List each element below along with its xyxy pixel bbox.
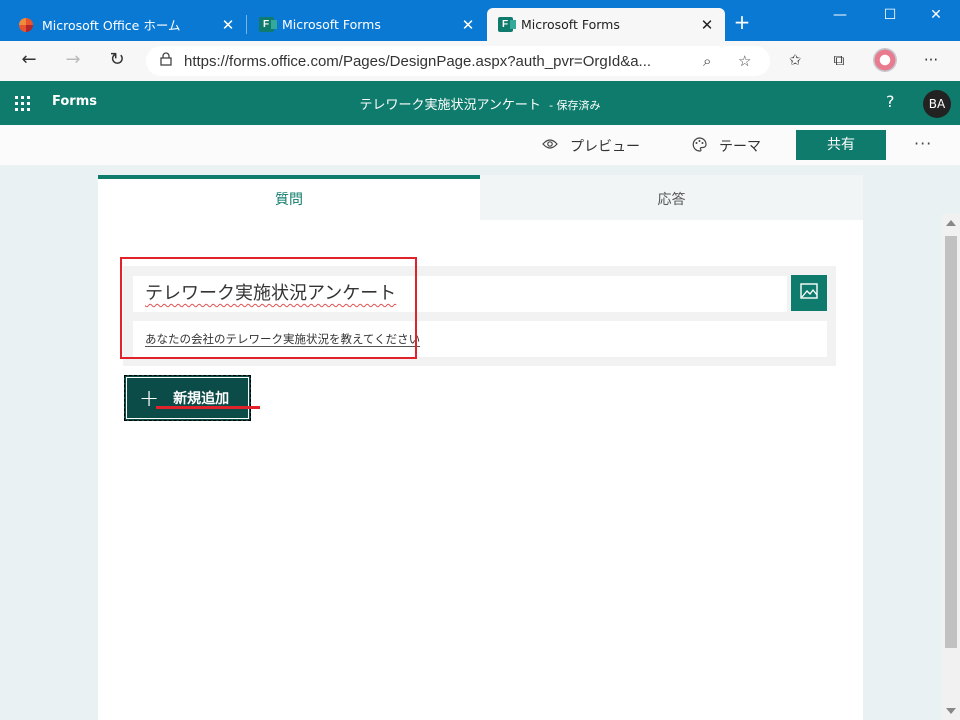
tab-responses[interactable]: 応答 (480, 175, 863, 220)
refresh-button[interactable]: ↻ (104, 49, 130, 73)
close-icon[interactable]: ✕ (220, 16, 236, 34)
help-icon[interactable]: ? (886, 92, 895, 111)
window-close-button[interactable]: ✕ (916, 5, 956, 27)
annotation-highlight-box (120, 257, 417, 359)
minimize-button[interactable]: — (820, 5, 860, 27)
address-bar[interactable]: https://forms.office.com/Pages/DesignPag… (146, 46, 770, 76)
browser-tab-strip: Microsoft Office ホーム ✕ F Microsoft Forms… (0, 0, 960, 41)
command-bar: プレビュー テーマ 共有 ··· (0, 125, 960, 165)
scroll-up-arrow-icon[interactable] (946, 220, 956, 226)
favorites-icon[interactable]: ✩ (782, 49, 808, 73)
forms-header: Forms テレワーク実施状況アンケート - 保存済み ? BA (0, 81, 960, 125)
save-status: - 保存済み (549, 99, 601, 112)
add-new-label: 新規追加 (173, 391, 230, 407)
scroll-down-arrow-icon[interactable] (946, 708, 956, 714)
forms-icon: F (258, 17, 277, 33)
close-icon[interactable]: ✕ (460, 16, 476, 34)
form-editor-card: 質問 応答 テレワーク実施状況アンケート あなたの会社のテレワーク実施状況を教え… (98, 175, 863, 720)
tab-questions[interactable]: 質問 (98, 175, 480, 220)
user-avatar[interactable]: BA (923, 90, 951, 118)
insert-image-button[interactable] (791, 275, 827, 311)
back-button[interactable]: ← (16, 49, 42, 73)
browser-toolbar: ← → ↻ https://forms.office.com/Pages/Des… (0, 41, 960, 81)
share-button[interactable]: 共有 (796, 130, 886, 160)
form-heading: テレワーク実施状況アンケート - 保存済み (0, 94, 960, 113)
tab-title: Microsoft Office ホーム (42, 18, 181, 33)
annotation-underline (156, 406, 260, 409)
image-icon (800, 283, 818, 303)
forms-icon: F (497, 17, 516, 33)
new-tab-button[interactable]: + (730, 11, 754, 35)
lock-icon[interactable] (160, 52, 172, 70)
eye-icon (542, 138, 558, 154)
url-text: https://forms.office.com/Pages/DesignPag… (184, 52, 652, 70)
add-new-button[interactable]: + 新規追加 (124, 375, 251, 421)
preview-label: プレビュー (570, 139, 640, 155)
browser-tab-forms-active[interactable]: F Microsoft Forms ✕ (487, 8, 725, 41)
theme-label: テーマ (719, 139, 761, 155)
page-scrollbar[interactable] (942, 214, 960, 720)
browser-tab-forms[interactable]: F Microsoft Forms ✕ (248, 8, 486, 41)
favorite-star-icon[interactable]: ☆ (738, 52, 751, 70)
palette-icon (692, 136, 707, 156)
scroll-thumb[interactable] (945, 236, 957, 648)
office-icon (18, 17, 34, 33)
more-options-icon[interactable]: ··· (914, 134, 932, 153)
header-form-title: テレワーク実施状況アンケート (359, 98, 541, 113)
close-icon[interactable]: ✕ (699, 16, 715, 34)
browser-more-icon[interactable]: ··· (918, 49, 944, 73)
tab-separator (246, 15, 247, 34)
browser-profile-avatar[interactable] (873, 48, 897, 72)
form-tabs: 質問 応答 (98, 175, 863, 220)
tab-title: Microsoft Forms (282, 17, 381, 32)
browser-tab-office-home[interactable]: Microsoft Office ホーム ✕ (8, 8, 246, 41)
theme-button[interactable]: テーマ (692, 136, 761, 156)
forward-button[interactable]: → (60, 49, 86, 73)
tab-title: Microsoft Forms (521, 17, 620, 32)
zoom-icon[interactable]: ⌕ (703, 52, 711, 70)
maximize-button[interactable]: ☐ (870, 5, 910, 27)
collections-icon[interactable]: ⧉ (826, 49, 852, 73)
preview-button[interactable]: プレビュー (542, 136, 640, 156)
